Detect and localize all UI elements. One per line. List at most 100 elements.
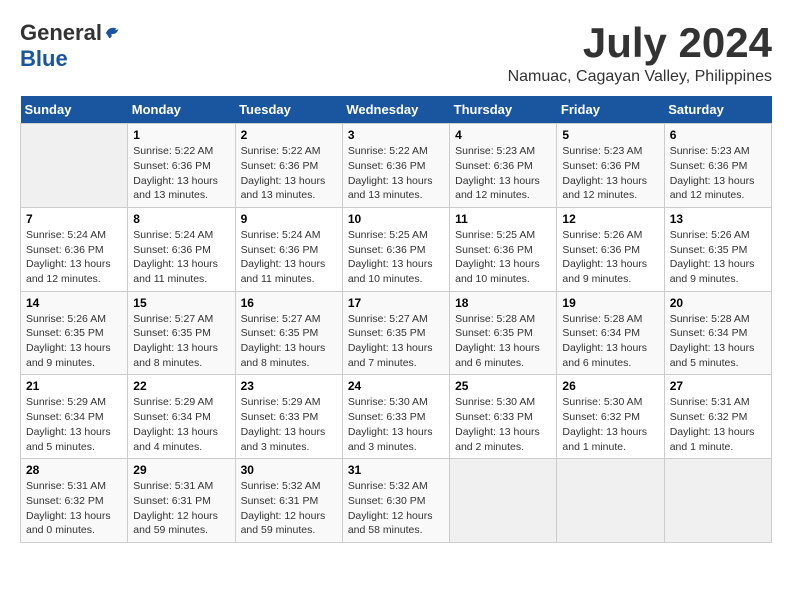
day-info: Sunrise: 5:32 AM Sunset: 6:30 PM Dayligh…	[348, 479, 444, 538]
calendar-cell: 11 Sunrise: 5:25 AM Sunset: 6:36 PM Dayli…	[450, 207, 557, 291]
day-of-week-header: Wednesday	[342, 96, 449, 124]
calendar-cell: 5Sunrise: 5:23 AM Sunset: 6:36 PM Daylig…	[557, 124, 664, 208]
day-info: Sunrise: 5:27 AM Sunset: 6:35 PM Dayligh…	[241, 312, 337, 371]
day-number: 19	[562, 296, 658, 310]
day-number: 30	[241, 463, 337, 477]
day-info: Sunrise: 5:30 AM Sunset: 6:32 PM Dayligh…	[562, 395, 658, 454]
day-info: Sunrise: 5:27 AM Sunset: 6:35 PM Dayligh…	[133, 312, 229, 371]
day-info: Sunrise: 5:27 AM Sunset: 6:35 PM Dayligh…	[348, 312, 444, 371]
day-number: 24	[348, 379, 444, 393]
day-of-week-header: Saturday	[664, 96, 771, 124]
calendar-cell: 24 Sunrise: 5:30 AM Sunset: 6:33 PM Dayli…	[342, 375, 449, 459]
calendar-cell: 6Sunrise: 5:23 AM Sunset: 6:36 PM Daylig…	[664, 124, 771, 208]
location-subtitle: Namuac, Cagayan Valley, Philippines	[508, 68, 772, 86]
day-of-week-header: Monday	[128, 96, 235, 124]
day-info: Sunrise: 5:28 AM Sunset: 6:34 PM Dayligh…	[670, 312, 766, 371]
day-number: 9	[241, 212, 337, 226]
day-number: 20	[670, 296, 766, 310]
day-info: Sunrise: 5:29 AM Sunset: 6:34 PM Dayligh…	[133, 395, 229, 454]
day-info: Sunrise: 5:26 AM Sunset: 6:36 PM Dayligh…	[562, 228, 658, 287]
day-number: 15	[133, 296, 229, 310]
day-info: Sunrise: 5:31 AM Sunset: 6:32 PM Dayligh…	[26, 479, 122, 538]
calendar-cell: 20 Sunrise: 5:28 AM Sunset: 6:34 PM Dayli…	[664, 291, 771, 375]
day-number: 14	[26, 296, 122, 310]
calendar-cell: 27Sunrise: 5:31 AM Sunset: 6:32 PM Dayli…	[664, 375, 771, 459]
calendar-cell: 2 Sunrise: 5:22 AM Sunset: 6:36 PM Daylig…	[235, 124, 342, 208]
calendar-cell: 21 Sunrise: 5:29 AM Sunset: 6:34 PM Dayli…	[21, 375, 128, 459]
calendar-table: SundayMondayTuesdayWednesdayThursdayFrid…	[20, 96, 772, 543]
calendar-cell: 18 Sunrise: 5:28 AM Sunset: 6:35 PM Dayli…	[450, 291, 557, 375]
calendar-week-row: 7 Sunrise: 5:24 AM Sunset: 6:36 PM Daylig…	[21, 207, 772, 291]
calendar-cell: 23Sunrise: 5:29 AM Sunset: 6:33 PM Dayli…	[235, 375, 342, 459]
day-info: Sunrise: 5:22 AM Sunset: 6:36 PM Dayligh…	[133, 144, 229, 203]
day-info: Sunrise: 5:23 AM Sunset: 6:36 PM Dayligh…	[562, 144, 658, 203]
day-number: 22	[133, 379, 229, 393]
calendar-cell: 31 Sunrise: 5:32 AM Sunset: 6:30 PM Dayli…	[342, 459, 449, 543]
logo-blue-text: Blue	[20, 46, 68, 72]
day-info: Sunrise: 5:26 AM Sunset: 6:35 PM Dayligh…	[26, 312, 122, 371]
calendar-week-row: 21 Sunrise: 5:29 AM Sunset: 6:34 PM Dayli…	[21, 375, 772, 459]
day-of-week-header: Friday	[557, 96, 664, 124]
calendar-cell: 9 Sunrise: 5:24 AM Sunset: 6:36 PM Daylig…	[235, 207, 342, 291]
logo: General Blue	[20, 20, 122, 72]
calendar-cell: 13 Sunrise: 5:26 AM Sunset: 6:35 PM Dayli…	[664, 207, 771, 291]
calendar-header-row: SundayMondayTuesdayWednesdayThursdayFrid…	[21, 96, 772, 124]
calendar-week-row: 28 Sunrise: 5:31 AM Sunset: 6:32 PM Dayli…	[21, 459, 772, 543]
day-number: 23	[241, 379, 337, 393]
calendar-cell: 3Sunrise: 5:22 AM Sunset: 6:36 PM Daylig…	[342, 124, 449, 208]
day-number: 28	[26, 463, 122, 477]
calendar-cell: 25Sunrise: 5:30 AM Sunset: 6:33 PM Dayli…	[450, 375, 557, 459]
day-info: Sunrise: 5:25 AM Sunset: 6:36 PM Dayligh…	[455, 228, 551, 287]
day-number: 13	[670, 212, 766, 226]
day-number: 10	[348, 212, 444, 226]
day-number: 18	[455, 296, 551, 310]
day-number: 21	[26, 379, 122, 393]
day-info: Sunrise: 5:24 AM Sunset: 6:36 PM Dayligh…	[26, 228, 122, 287]
day-number: 25	[455, 379, 551, 393]
day-info: Sunrise: 5:28 AM Sunset: 6:34 PM Dayligh…	[562, 312, 658, 371]
day-of-week-header: Sunday	[21, 96, 128, 124]
day-info: Sunrise: 5:24 AM Sunset: 6:36 PM Dayligh…	[241, 228, 337, 287]
calendar-cell: 10 Sunrise: 5:25 AM Sunset: 6:36 PM Dayli…	[342, 207, 449, 291]
day-of-week-header: Tuesday	[235, 96, 342, 124]
day-info: Sunrise: 5:23 AM Sunset: 6:36 PM Dayligh…	[455, 144, 551, 203]
day-number: 29	[133, 463, 229, 477]
day-number: 4	[455, 128, 551, 142]
day-info: Sunrise: 5:22 AM Sunset: 6:36 PM Dayligh…	[241, 144, 337, 203]
calendar-cell	[450, 459, 557, 543]
day-info: Sunrise: 5:30 AM Sunset: 6:33 PM Dayligh…	[348, 395, 444, 454]
month-year-title: July 2024	[508, 20, 772, 66]
day-number: 11	[455, 212, 551, 226]
day-number: 1	[133, 128, 229, 142]
day-info: Sunrise: 5:31 AM Sunset: 6:31 PM Dayligh…	[133, 479, 229, 538]
day-of-week-header: Thursday	[450, 96, 557, 124]
day-info: Sunrise: 5:23 AM Sunset: 6:36 PM Dayligh…	[670, 144, 766, 203]
calendar-cell: 22 Sunrise: 5:29 AM Sunset: 6:34 PM Dayli…	[128, 375, 235, 459]
calendar-cell: 8Sunrise: 5:24 AM Sunset: 6:36 PM Daylig…	[128, 207, 235, 291]
day-info: Sunrise: 5:26 AM Sunset: 6:35 PM Dayligh…	[670, 228, 766, 287]
day-number: 2	[241, 128, 337, 142]
calendar-cell	[21, 124, 128, 208]
day-number: 12	[562, 212, 658, 226]
day-info: Sunrise: 5:31 AM Sunset: 6:32 PM Dayligh…	[670, 395, 766, 454]
logo-general-text: General	[20, 20, 102, 46]
day-number: 16	[241, 296, 337, 310]
day-number: 17	[348, 296, 444, 310]
logo-bird-icon	[104, 24, 122, 42]
calendar-cell: 30 Sunrise: 5:32 AM Sunset: 6:31 PM Dayli…	[235, 459, 342, 543]
page-header: General Blue July 2024 Namuac, Cagayan V…	[20, 20, 772, 86]
day-number: 7	[26, 212, 122, 226]
day-info: Sunrise: 5:32 AM Sunset: 6:31 PM Dayligh…	[241, 479, 337, 538]
day-number: 31	[348, 463, 444, 477]
calendar-week-row: 1 Sunrise: 5:22 AM Sunset: 6:36 PM Daylig…	[21, 124, 772, 208]
day-info: Sunrise: 5:22 AM Sunset: 6:36 PM Dayligh…	[348, 144, 444, 203]
calendar-week-row: 14 Sunrise: 5:26 AM Sunset: 6:35 PM Dayli…	[21, 291, 772, 375]
day-info: Sunrise: 5:28 AM Sunset: 6:35 PM Dayligh…	[455, 312, 551, 371]
day-info: Sunrise: 5:24 AM Sunset: 6:36 PM Dayligh…	[133, 228, 229, 287]
calendar-cell: 7 Sunrise: 5:24 AM Sunset: 6:36 PM Daylig…	[21, 207, 128, 291]
day-info: Sunrise: 5:25 AM Sunset: 6:36 PM Dayligh…	[348, 228, 444, 287]
calendar-cell: 26Sunrise: 5:30 AM Sunset: 6:32 PM Dayli…	[557, 375, 664, 459]
calendar-cell	[557, 459, 664, 543]
day-info: Sunrise: 5:29 AM Sunset: 6:34 PM Dayligh…	[26, 395, 122, 454]
calendar-cell: 14 Sunrise: 5:26 AM Sunset: 6:35 PM Dayli…	[21, 291, 128, 375]
